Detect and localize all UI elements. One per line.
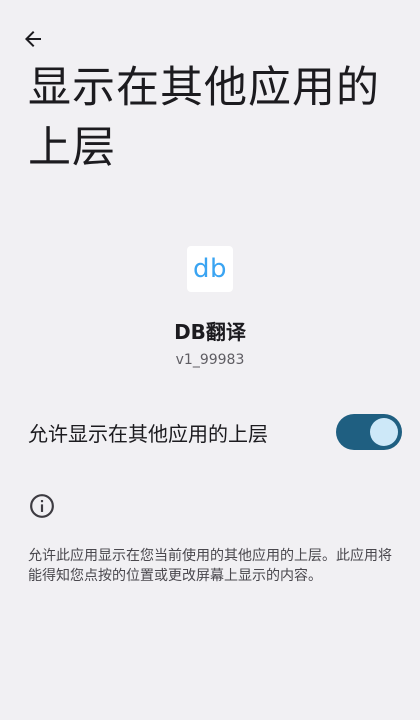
app-icon: db [187,246,233,292]
arrow-back-icon [25,31,41,47]
info-text: 允许此应用显示在您当前使用的其他应用的上层。此应用将能得知您点按的位置或更改屏幕… [28,548,392,584]
info-icon [30,494,54,518]
back-button[interactable] [14,20,52,58]
app-name: DB翻译 [174,320,246,344]
permission-toggle[interactable] [336,414,402,450]
permission-row[interactable]: 允许显示在其他应用的上层 [0,404,420,462]
toggle-thumb [370,418,398,446]
page-title: 显示在其他应用的上层 [28,63,380,173]
app-version: v1_99983 [175,352,245,368]
permission-label: 允许显示在其他应用的上层 [28,422,268,446]
